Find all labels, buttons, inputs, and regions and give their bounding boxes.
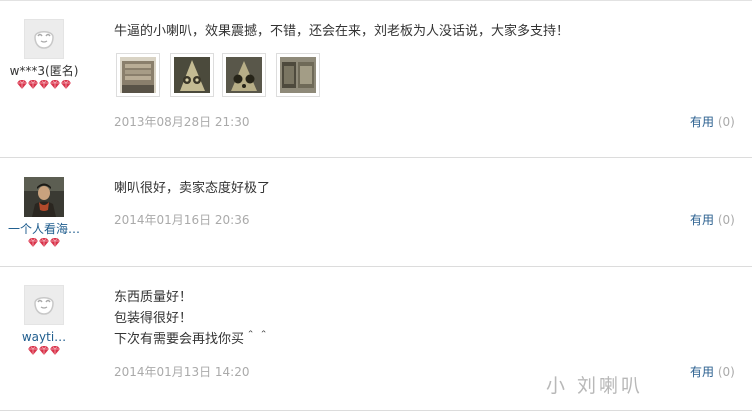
reviewer-name: w***3(匿名): [9, 64, 79, 78]
review-item: w***3(匿名) 牛逼的小喇叭，效果震撼，不错，还会在来，刘老板为人没话说，大…: [0, 0, 752, 158]
photo-thumbnail-1[interactable]: [116, 53, 160, 97]
review-list: w***3(匿名) 牛逼的小喇叭，效果震撼，不错，还会在来，刘老板为人没话说，大…: [0, 0, 752, 411]
review-content: 东西质量好！ 包装得很好！ 下次有需要会再找你买＾＾: [114, 287, 270, 350]
photo-thumbnail-3[interactable]: [222, 53, 266, 97]
reviewer-info: 一个人看海…: [0, 177, 89, 249]
useful-count: (0): [717, 365, 735, 379]
useful-button[interactable]: 有用: [690, 213, 714, 227]
useful-button[interactable]: 有用: [690, 115, 714, 129]
gem-icon: [50, 237, 60, 247]
useful-vote: 有用 (0): [690, 211, 735, 228]
useful-count: (0): [717, 213, 735, 227]
review-date: 2013年08月28日 21:30: [114, 115, 250, 129]
gem-icon: [61, 79, 71, 89]
review-date: 2014年01月16日 20:36: [114, 213, 250, 227]
rating-gems: [0, 345, 88, 357]
gem-icon: [50, 345, 60, 355]
default-avatar-icon[interactable]: [24, 285, 64, 325]
reviewer-info: wayti…: [0, 285, 88, 357]
review-content: 喇叭很好，卖家态度好极了: [114, 178, 270, 199]
rating-gems: [0, 237, 89, 249]
user-photo-avatar[interactable]: [24, 177, 64, 217]
review-item: 一个人看海… 喇叭很好，卖家态度好极了 2014年01月16日 20:36 有用…: [0, 158, 752, 267]
reviewer-name[interactable]: 一个人看海…: [0, 222, 89, 236]
reviewer-name[interactable]: wayti…: [0, 330, 88, 344]
review-comment-line: 下次有需要会再找你买＾＾: [114, 332, 271, 347]
photo-thumbnail-4[interactable]: [276, 53, 320, 97]
review-comment: 喇叭很好，卖家态度好极了: [114, 181, 271, 196]
default-avatar-icon[interactable]: [24, 19, 64, 59]
photo-thumbnail-2[interactable]: [170, 53, 214, 97]
useful-count: (0): [717, 115, 735, 129]
useful-vote: 有用 (0): [690, 363, 735, 380]
watermark: 小 刘喇叭: [546, 375, 644, 397]
reviewer-info: w***3(匿名): [0, 19, 88, 91]
rating-gems: [0, 79, 88, 91]
useful-vote: 有用 (0): [690, 113, 735, 130]
review-comment-line: 东西质量好！: [114, 290, 193, 305]
review-comment-line: 包装得很好！: [114, 311, 193, 326]
review-date: 2014年01月13日 14:20: [114, 365, 250, 379]
review-comment: 牛逼的小喇叭，效果震撼，不错，还会在来，刘老板为人没话说，大家多支持！: [114, 24, 570, 39]
useful-button[interactable]: 有用: [690, 365, 714, 379]
review-content: 牛逼的小喇叭，效果震撼，不错，还会在来，刘老板为人没话说，大家多支持！: [114, 21, 569, 42]
